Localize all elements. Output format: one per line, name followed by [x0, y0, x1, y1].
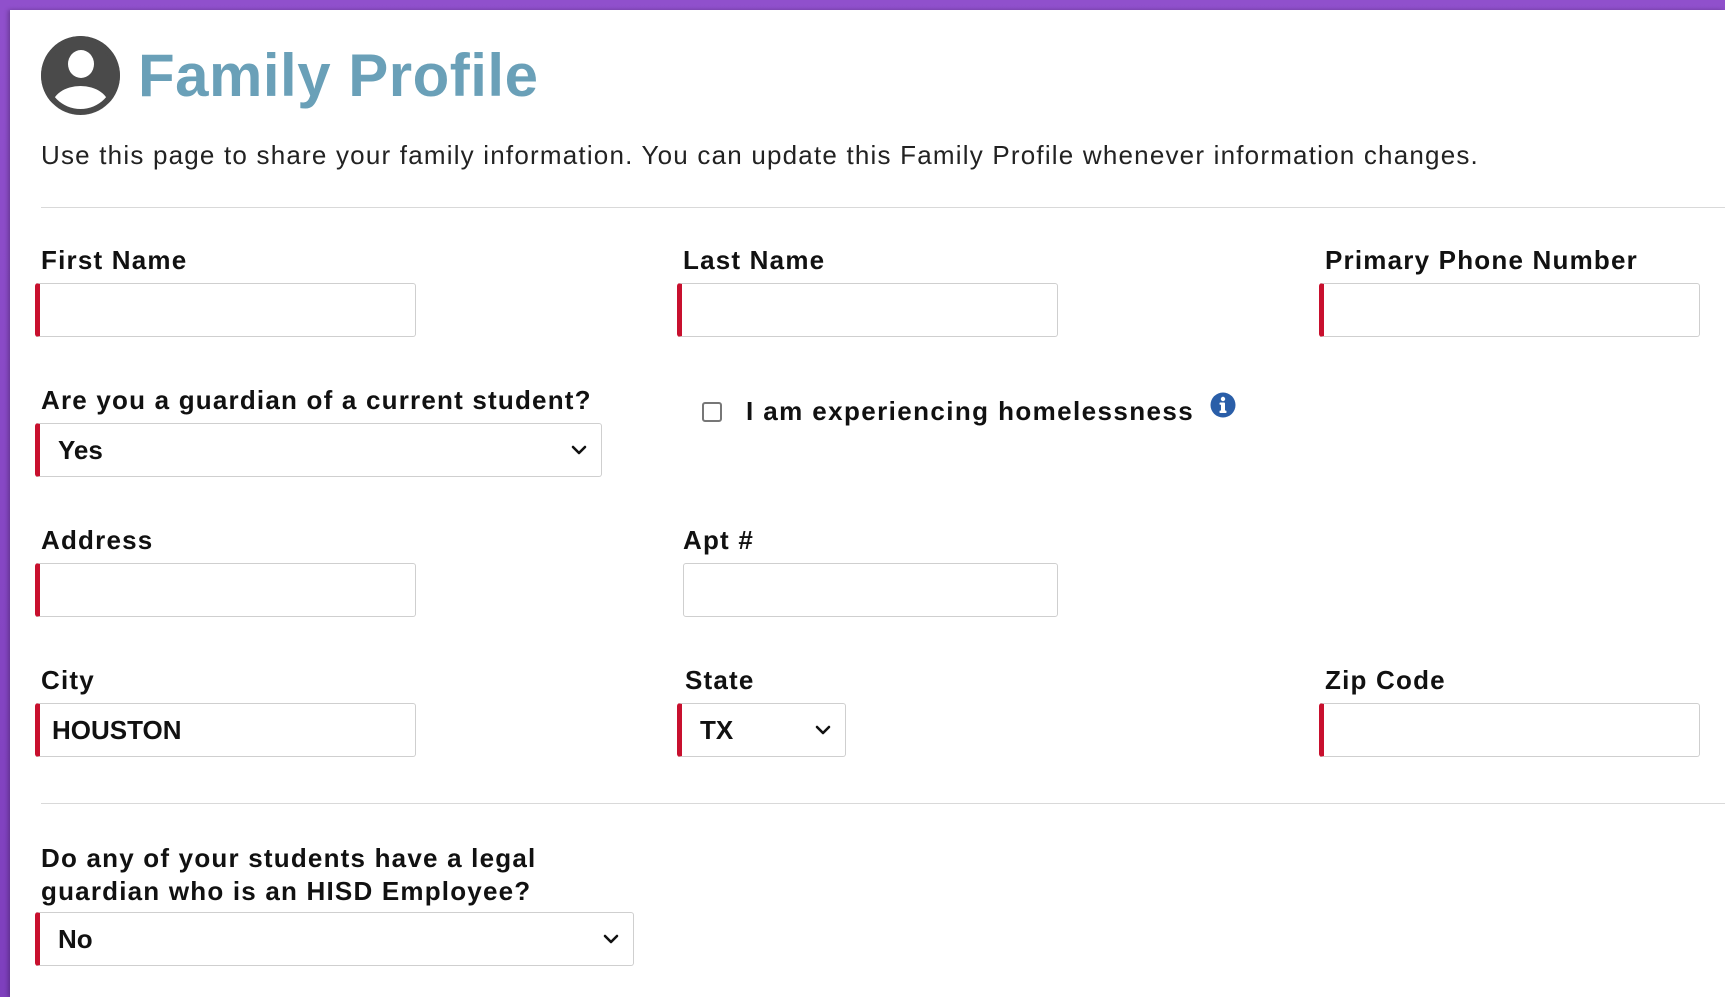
hisd-employee-label-line2: guardian who is an HISD Employee? [41, 876, 532, 906]
first-name-label: First Name [41, 245, 188, 275]
state-select[interactable]: TX [677, 703, 846, 757]
divider [41, 803, 1725, 804]
info-circle-icon[interactable] [1210, 392, 1236, 423]
chevron-down-icon [571, 445, 587, 455]
family-profile-panel: Family Profile Use this page to share yo… [10, 10, 1725, 997]
homeless-checkbox-label[interactable]: I am experiencing homelessness [746, 396, 1194, 427]
divider [41, 207, 1725, 208]
hisd-employee-selected-value: No [58, 923, 93, 954]
first-name-input[interactable] [35, 283, 416, 337]
user-circle-icon [41, 36, 120, 115]
hisd-employee-select[interactable]: No [35, 912, 634, 966]
phone-input[interactable] [1319, 283, 1700, 337]
guardian-label: Are you a guardian of a current student? [41, 385, 592, 415]
page-header: Family Profile [41, 36, 538, 115]
last-name-label: Last Name [683, 245, 826, 275]
chevron-down-icon [603, 934, 619, 944]
city-input[interactable]: HOUSTON [35, 703, 416, 757]
chevron-down-icon [815, 725, 831, 735]
state-selected-value: TX [700, 714, 734, 745]
state-label: State [685, 665, 755, 695]
apt-input[interactable] [683, 563, 1058, 617]
apt-label: Apt # [683, 525, 754, 555]
zip-input[interactable] [1319, 703, 1700, 757]
guardian-select[interactable]: Yes [35, 423, 602, 477]
homeless-checkbox-row: I am experiencing homelessness [702, 392, 1236, 427]
address-input[interactable] [35, 563, 416, 617]
page-title: Family Profile [138, 41, 539, 109]
phone-label: Primary Phone Number [1325, 245, 1638, 275]
city-label: City [41, 665, 95, 695]
address-label: Address [41, 525, 154, 555]
zip-label: Zip Code [1325, 665, 1446, 695]
homeless-checkbox[interactable] [702, 401, 722, 422]
last-name-input[interactable] [677, 283, 1058, 337]
hisd-employee-label-line1: Do any of your students have a legal [41, 843, 537, 873]
page-intro: Use this page to share your family infor… [41, 140, 1479, 170]
guardian-selected-value: Yes [58, 434, 103, 465]
